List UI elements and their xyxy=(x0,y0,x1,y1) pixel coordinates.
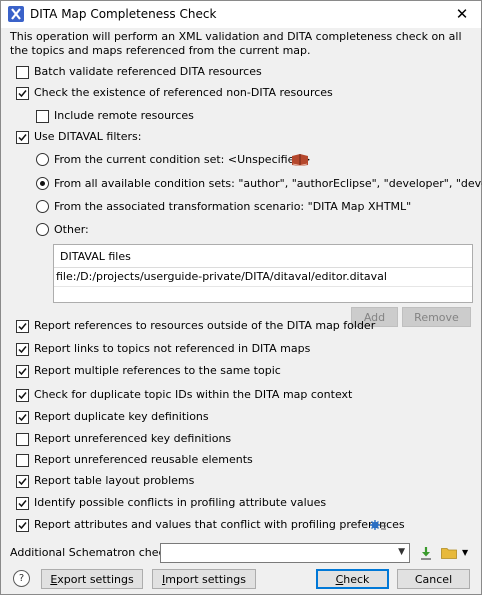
table-row[interactable]: file:/D:/projects/userguide-private/DITA… xyxy=(56,270,387,283)
checkbox-box xyxy=(16,320,29,333)
app-icon xyxy=(8,6,24,22)
ditaval-files-table[interactable]: DITAVAL files file:/D:/projects/userguid… xyxy=(53,244,473,303)
help-icon[interactable]: ? xyxy=(13,570,30,587)
checkbox-label: Report unreferenced reusable elements xyxy=(34,453,253,466)
title-bar: DITA Map Completeness Check ✕ xyxy=(1,1,481,28)
checkbox-label: Check the existence of referenced non-DI… xyxy=(34,86,333,99)
checkbox-label: Report attributes and values that confli… xyxy=(34,518,405,531)
checkbox-box xyxy=(16,454,29,467)
book-icon[interactable] xyxy=(291,153,309,167)
radio-label: From all available condition sets: "auth… xyxy=(54,177,482,190)
import-settings-button[interactable]: Import settings xyxy=(152,569,256,589)
check-button[interactable]: Check xyxy=(316,569,389,589)
gear-settings-icon[interactable] xyxy=(369,518,387,532)
checkbox-box xyxy=(16,131,29,144)
schematron-combo[interactable]: ▼ xyxy=(160,543,410,563)
checkbox-box xyxy=(16,343,29,356)
checkbox-label: Report duplicate key definitions xyxy=(34,410,209,423)
checkbox-box xyxy=(16,66,29,79)
chevron-down-icon: ▼ xyxy=(398,547,405,557)
checkbox-box xyxy=(16,519,29,532)
checkbox-box xyxy=(16,87,29,100)
folder-menu-arrow-icon[interactable]: ▼ xyxy=(462,548,468,557)
checkbox-label: Check for duplicate topic IDs within the… xyxy=(34,388,353,401)
checkbox-label: Report table layout problems xyxy=(34,474,195,487)
table-header: DITAVAL files xyxy=(54,245,472,268)
close-icon: ✕ xyxy=(455,5,469,23)
folder-icon[interactable] xyxy=(441,547,457,559)
radio-circle xyxy=(36,177,49,190)
window-title: DITA Map Completeness Check xyxy=(30,7,217,21)
checkbox-box xyxy=(16,411,29,424)
dialog-window: DITA Map Completeness Check ✕ This opera… xyxy=(0,0,482,595)
checkbox-label: Use DITAVAL filters: xyxy=(34,130,142,143)
download-icon[interactable] xyxy=(419,546,433,560)
radio-circle xyxy=(36,200,49,213)
radio-circle xyxy=(36,223,49,236)
checkbox-box xyxy=(16,389,29,402)
checkbox-label: Batch validate referenced DITA resources xyxy=(34,65,262,78)
row-divider xyxy=(54,286,472,287)
checkbox-box xyxy=(36,110,49,123)
checkbox-box xyxy=(16,433,29,446)
export-settings-button[interactable]: Export settings xyxy=(41,569,143,589)
checkbox-box xyxy=(16,365,29,378)
cancel-button[interactable]: Cancel xyxy=(397,569,470,589)
column-header: DITAVAL files xyxy=(60,250,131,263)
schematron-label: Additional Schematron checks: xyxy=(10,546,181,559)
checkbox-box xyxy=(16,475,29,488)
checkbox-label: Report multiple references to the same t… xyxy=(34,364,281,377)
checkbox-label: Report links to topics not referenced in… xyxy=(34,342,311,355)
radio-circle xyxy=(36,153,49,166)
radio-label: From the associated transformation scena… xyxy=(54,200,412,213)
checkbox-label: Report references to resources outside o… xyxy=(34,319,376,332)
description-text: This operation will perform an XML valid… xyxy=(10,30,462,57)
checkbox-label: Identify possible conflicts in profiling… xyxy=(34,496,327,509)
checkbox-label: Report unreferenced key definitions xyxy=(34,432,232,445)
radio-label: Other: xyxy=(54,223,89,236)
close-button[interactable]: ✕ xyxy=(443,1,481,28)
checkbox-label: Include remote resources xyxy=(54,109,194,122)
checkbox-box xyxy=(16,497,29,510)
radio-label: From the current condition set: <Unspeci… xyxy=(54,153,311,166)
remove-button[interactable]: Remove xyxy=(402,307,471,327)
